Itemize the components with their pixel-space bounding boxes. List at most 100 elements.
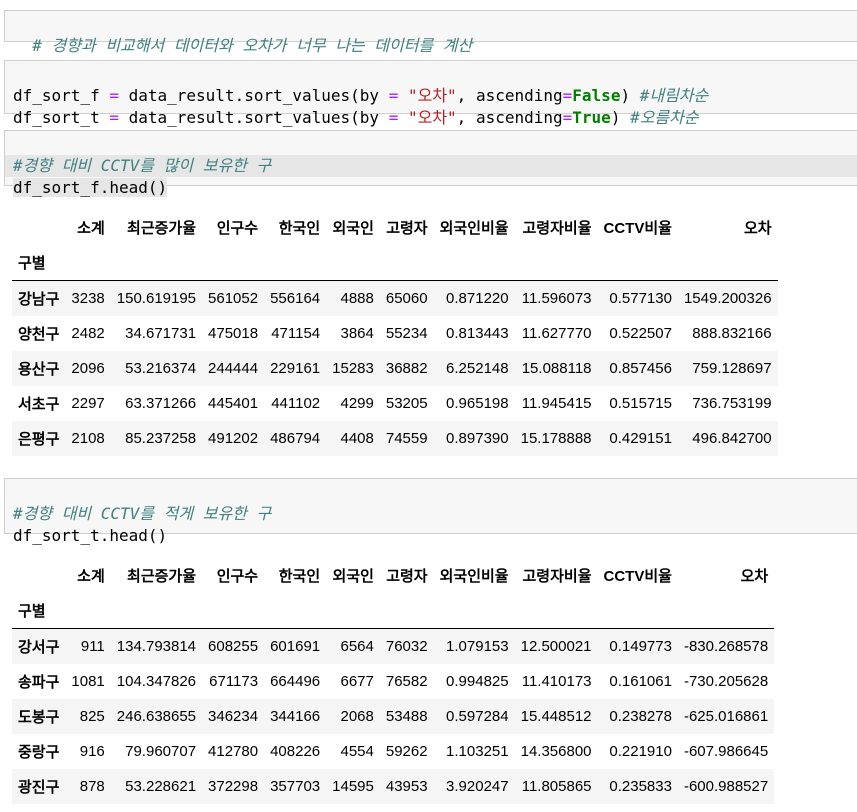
table-cell: 441102 xyxy=(271,394,321,412)
table-cell: 888.832166 xyxy=(692,324,772,342)
table-cell: 12.500021 xyxy=(520,637,592,655)
table-cell: 3864 xyxy=(340,324,374,342)
table-cell: 1081 xyxy=(71,672,105,690)
table-cell: 4888 xyxy=(340,289,374,307)
table-cell: 0.857456 xyxy=(609,359,672,377)
code-head-desc: df_sort_f.head() xyxy=(13,178,168,197)
table-cell: 59262 xyxy=(385,742,428,760)
table-cell: 15.088118 xyxy=(521,359,592,377)
column-header: 최근증가율 xyxy=(127,220,197,237)
table-row: 서초구 2297 63.371266 445401 441102 4299 53205 0.9… xyxy=(12,386,778,421)
row-index-label: 도봉구 xyxy=(18,708,60,726)
index-row-empty xyxy=(65,245,110,281)
table-cell: 55234 xyxy=(385,324,428,342)
table-cell: 1549.200326 xyxy=(683,289,772,307)
code-cell-head-desc[interactable]: #경향 대비 CCTV를 많이 보유한 구 df_sort_f.head() xyxy=(4,130,857,197)
table-cell: 74559 xyxy=(385,429,428,447)
table-cell: 0.238278 xyxy=(609,707,672,725)
table-row: 강서구 911 134.793814 608255 601691 6564 76032 1.0… xyxy=(12,628,775,664)
column-header: 고령자비율 xyxy=(522,220,592,237)
table-row: 은평구 2108 85.237258 491202 486794 4408 74559 0.8… xyxy=(12,420,778,456)
table-cell: 11.627770 xyxy=(521,324,592,342)
table-cell: 4554 xyxy=(340,742,374,760)
table-cell: 34.671731 xyxy=(125,324,197,342)
table-row: 용산구 2096 53.216374 244444 229161 15283 36882 6.… xyxy=(12,350,778,386)
table-cell: 0.965198 xyxy=(446,394,509,412)
table-row: 강남구 3238 150.619195 561052 556164 4888 65060 0.… xyxy=(12,280,778,316)
table-cell: 2096 xyxy=(71,359,105,377)
table-cell: 475018 xyxy=(208,324,259,342)
table-cell: 601691 xyxy=(270,637,321,655)
index-row-empty xyxy=(111,245,202,281)
column-header: 소계 xyxy=(77,220,105,237)
table-cell: 15.448512 xyxy=(520,707,592,725)
table-cell: 671173 xyxy=(209,672,259,690)
table-cell: 0.577130 xyxy=(609,289,672,307)
table-cell: 664496 xyxy=(270,672,321,690)
table-cell: 79.960707 xyxy=(125,742,197,760)
table-cell: 0.994825 xyxy=(446,672,509,690)
index-row-empty xyxy=(326,245,380,281)
code-cell-head-asc[interactable]: #경향 대비 CCTV를 적게 보유한 구 df_sort_t.head() xyxy=(4,478,857,545)
table-cell: -600.988527 xyxy=(683,777,769,795)
index-row-empty xyxy=(326,593,380,629)
index-row-empty xyxy=(111,593,202,629)
table-cell: 0.429151 xyxy=(609,429,672,447)
index-row-empty xyxy=(264,245,326,281)
code-head-asc: df_sort_t.head() xyxy=(13,526,168,545)
table-cell: -607.986645 xyxy=(683,742,769,760)
column-header: 오차 xyxy=(740,568,769,585)
table-cell: 2482 xyxy=(71,324,105,342)
table-cell: 36882 xyxy=(385,359,428,377)
table-cell: 0.871220 xyxy=(446,289,509,307)
table-cell: 2068 xyxy=(340,707,374,725)
table-cell: 246.638655 xyxy=(116,707,197,725)
table-cell: 244444 xyxy=(208,359,259,377)
index-row-empty xyxy=(264,593,326,629)
table-cell: 878 xyxy=(79,777,105,795)
table-cell: 53.228621 xyxy=(125,777,197,795)
table-cell: 53488 xyxy=(385,707,428,725)
table-cell: 0.813443 xyxy=(446,324,509,342)
table-cell: 134.793814 xyxy=(116,637,197,655)
table-cell: 561052 xyxy=(208,289,259,307)
table-cell: 344166 xyxy=(270,707,321,725)
code-line-sort-asc: df_sort_t = data_result.sort_values(by =… xyxy=(13,108,699,127)
column-header: CCTV비율 xyxy=(603,568,672,585)
table-cell: 408226 xyxy=(270,742,321,760)
table-cell: 0.161061 xyxy=(609,672,672,690)
column-header: 최근증가율 xyxy=(127,568,197,585)
table-cell: 4299 xyxy=(340,394,374,412)
header-blank xyxy=(12,558,65,593)
column-header: 고령자비율 xyxy=(522,568,592,585)
column-header: 고령자 xyxy=(386,220,428,237)
index-row-empty xyxy=(434,593,515,629)
table-cell: 11.805865 xyxy=(521,777,592,795)
table-cell: 0.597284 xyxy=(446,707,509,725)
table-cell: 372298 xyxy=(208,777,259,795)
table-cell: 11.596073 xyxy=(521,289,592,307)
row-index-label: 송파구 xyxy=(18,673,60,691)
table-cell: 0.515715 xyxy=(609,394,672,412)
row-index-label: 광진구 xyxy=(18,778,60,796)
row-index-label: 은평구 xyxy=(18,430,60,448)
table-cell: -830.268578 xyxy=(683,637,769,655)
row-index-label: 강남구 xyxy=(18,290,60,308)
index-row-empty xyxy=(598,593,678,629)
table-cell: 14595 xyxy=(332,777,374,795)
table-cell: 2108 xyxy=(71,429,105,447)
code-cell-sort[interactable]: df_sort_f = data_result.sort_values(by =… xyxy=(4,60,857,127)
index-name: 구별 xyxy=(18,603,46,620)
table-cell: 104.347826 xyxy=(116,672,197,690)
code-cell-comment[interactable]: # 경향과 비교해서 데이터와 오차가 너무 나는 데이터를 계산 xyxy=(4,10,857,55)
table-cell: 759.128697 xyxy=(692,359,772,377)
table-cell: 150.619195 xyxy=(116,289,197,307)
comment-text: # 경향과 비교해서 데이터와 오차가 너무 나는 데이터를 계산 xyxy=(32,36,473,55)
table-cell: 53205 xyxy=(385,394,428,412)
table-cell: 6677 xyxy=(340,672,374,690)
index-row-empty xyxy=(202,593,264,629)
table-cell: 346234 xyxy=(208,707,259,725)
index-name: 구별 xyxy=(18,255,46,272)
table-index-row: 구별 xyxy=(12,593,775,629)
column-header: 인구수 xyxy=(216,220,259,237)
